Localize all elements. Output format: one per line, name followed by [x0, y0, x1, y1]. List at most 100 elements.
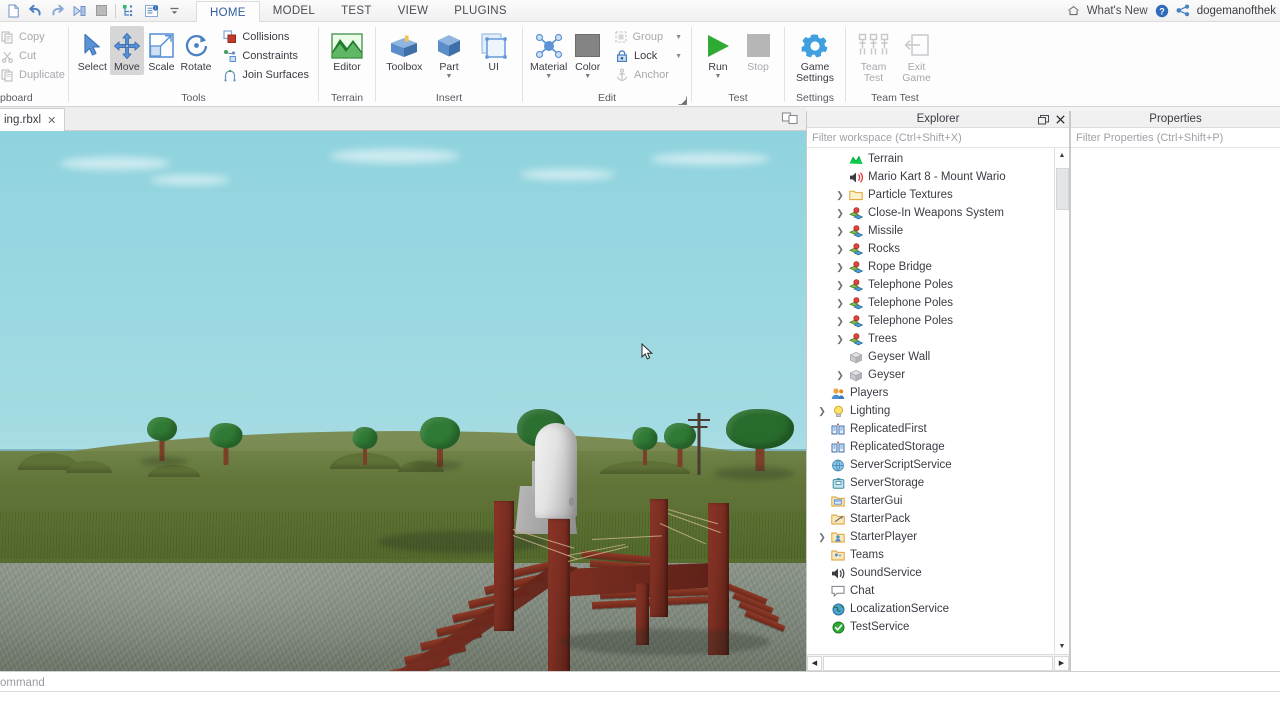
- explorer-horizontal-scrollbar[interactable]: ◀ ▶: [807, 654, 1069, 671]
- cut-button[interactable]: Cut: [0, 47, 68, 65]
- explorer-item[interactable]: Geyser Wall: [807, 348, 1054, 366]
- properties-filter-row[interactable]: [1071, 128, 1280, 148]
- copy-button[interactable]: Copy: [0, 28, 68, 46]
- edit-dialog-launcher-icon[interactable]: [678, 96, 687, 105]
- explorer-item[interactable]: ReplicatedFirst: [807, 420, 1054, 438]
- stop-button[interactable]: Stop: [738, 26, 778, 75]
- explorer-item[interactable]: ❯ Telephone Poles: [807, 276, 1054, 294]
- chevron-right-icon[interactable]: ❯: [833, 316, 847, 327]
- explorer-toggle-icon[interactable]: [120, 2, 140, 20]
- material-dropdown-caret[interactable]: ▼: [545, 73, 552, 80]
- terrain-editor-button[interactable]: Editor: [325, 26, 369, 75]
- explorer-item[interactable]: ❯ Lighting: [807, 402, 1054, 420]
- scroll-left-button[interactable]: ◀: [807, 655, 822, 671]
- layout-split-icon[interactable]: [780, 110, 806, 130]
- collisions-button[interactable]: Collisions: [219, 28, 312, 46]
- play-solo-icon[interactable]: [69, 2, 89, 20]
- explorer-item[interactable]: ServerScriptService: [807, 456, 1054, 474]
- chevron-right-icon[interactable]: ❯: [833, 370, 847, 381]
- lock-dropdown-caret[interactable]: ▼: [667, 53, 682, 60]
- document-tab[interactable]: ing.rbxl ✕: [0, 108, 66, 131]
- run-button[interactable]: Run ▼: [698, 26, 738, 82]
- share-icon[interactable]: [1176, 4, 1190, 17]
- exit-game-button[interactable]: Exit Game: [895, 26, 938, 86]
- explorer-item[interactable]: Players: [807, 384, 1054, 402]
- join-surfaces-button[interactable]: Join Surfaces: [219, 66, 312, 84]
- account-name[interactable]: dogemanofthek: [1197, 5, 1276, 17]
- explorer-item[interactable]: ❯ Telephone Poles: [807, 294, 1054, 312]
- select-tool-button[interactable]: Select: [75, 26, 110, 75]
- anchor-button[interactable]: Anchor: [611, 66, 685, 84]
- scroll-right-button[interactable]: ▶: [1054, 655, 1069, 671]
- color-dropdown-caret[interactable]: ▼: [584, 73, 591, 80]
- explorer-item[interactable]: Chat: [807, 582, 1054, 600]
- scroll-up-button[interactable]: ▲: [1054, 148, 1069, 163]
- explorer-filter-input[interactable]: [812, 131, 1064, 144]
- chevron-right-icon[interactable]: ❯: [815, 532, 829, 543]
- ribbon-tab-model[interactable]: MODEL: [260, 0, 328, 22]
- constraints-button[interactable]: Constraints: [219, 47, 312, 65]
- explorer-vertical-scrollbar[interactable]: ▲ ▼: [1054, 148, 1069, 654]
- explorer-item[interactable]: StarterPack: [807, 510, 1054, 528]
- game-settings-button[interactable]: Game Settings: [791, 26, 839, 86]
- help-icon[interactable]: ?: [1155, 4, 1169, 18]
- explorer-item[interactable]: TestService: [807, 618, 1054, 636]
- customize-toolbar-icon[interactable]: [164, 2, 184, 20]
- chevron-right-icon[interactable]: ❯: [833, 208, 847, 219]
- group-dropdown-caret[interactable]: ▼: [667, 34, 682, 41]
- close-icon[interactable]: [1056, 115, 1065, 124]
- explorer-item[interactable]: Teams: [807, 546, 1054, 564]
- chevron-right-icon[interactable]: ❯: [815, 406, 829, 417]
- rotate-tool-button[interactable]: Rotate: [179, 26, 214, 75]
- explorer-item[interactable]: ❯ Telephone Poles: [807, 312, 1054, 330]
- duplicate-button[interactable]: Duplicate: [0, 66, 68, 84]
- ribbon-tab-home[interactable]: HOME: [196, 0, 260, 23]
- redo-icon[interactable]: [47, 2, 67, 20]
- chevron-right-icon[interactable]: ❯: [833, 298, 847, 309]
- chevron-right-icon[interactable]: ❯: [833, 244, 847, 255]
- move-tool-button[interactable]: Move: [109, 26, 145, 75]
- explorer-item[interactable]: Mario Kart 8 - Mount Wario: [807, 168, 1054, 186]
- scroll-down-button[interactable]: ▼: [1054, 639, 1069, 654]
- color-button[interactable]: Color ▼: [568, 26, 607, 82]
- undo-icon[interactable]: [25, 2, 45, 20]
- viewport-3d[interactable]: [0, 131, 806, 671]
- explorer-item[interactable]: ❯ Particle Textures: [807, 186, 1054, 204]
- explorer-item[interactable]: SoundService: [807, 564, 1054, 582]
- scroll-track[interactable]: [1055, 163, 1070, 639]
- chevron-right-icon[interactable]: ❯: [833, 190, 847, 201]
- part-dropdown-caret[interactable]: ▼: [446, 73, 453, 80]
- toolbox-button[interactable]: Toolbox: [382, 26, 427, 75]
- scroll-thumb[interactable]: [1055, 168, 1069, 210]
- ribbon-tab-view[interactable]: VIEW: [385, 0, 442, 22]
- chevron-right-icon[interactable]: ❯: [833, 334, 847, 345]
- explorer-item[interactable]: ❯ Missile: [807, 222, 1054, 240]
- explorer-item[interactable]: LocalizationService: [807, 600, 1054, 618]
- explorer-item[interactable]: ❯ Close-In Weapons System: [807, 204, 1054, 222]
- chevron-right-icon[interactable]: ❯: [833, 226, 847, 237]
- explorer-item[interactable]: ❯ Trees: [807, 330, 1054, 348]
- properties-filter-input[interactable]: [1076, 131, 1275, 144]
- explorer-item[interactable]: ReplicatedStorage: [807, 438, 1054, 456]
- explorer-tree[interactable]: Terrain Mario Kart 8 - Mount Wario ❯ Partic…: [807, 148, 1069, 654]
- scale-tool-button[interactable]: Scale: [144, 26, 179, 75]
- stop-icon[interactable]: [91, 2, 111, 20]
- properties-toggle-icon[interactable]: i: [142, 2, 162, 20]
- explorer-filter-row[interactable]: [807, 128, 1069, 148]
- home-icon[interactable]: [1067, 5, 1080, 16]
- whats-new-link[interactable]: What's New: [1087, 5, 1148, 17]
- run-dropdown-caret[interactable]: ▼: [715, 73, 722, 80]
- command-input[interactable]: ommand: [0, 674, 1280, 692]
- explorer-item[interactable]: Terrain: [807, 150, 1054, 168]
- lock-button[interactable]: Lock ▼: [611, 47, 685, 65]
- part-button[interactable]: Part ▼: [427, 26, 472, 82]
- ribbon-tab-test[interactable]: TEST: [328, 0, 385, 22]
- chevron-right-icon[interactable]: ❯: [833, 262, 847, 273]
- ribbon-tab-plugins[interactable]: PLUGINS: [441, 0, 520, 22]
- ui-button[interactable]: UI: [471, 26, 516, 75]
- h-scroll-thumb[interactable]: [824, 656, 1018, 670]
- explorer-item[interactable]: ❯ StarterPlayer: [807, 528, 1054, 546]
- explorer-item[interactable]: ❯ Geyser: [807, 366, 1054, 384]
- group-button[interactable]: Group ▼: [611, 28, 685, 46]
- explorer-item[interactable]: ❯ Rope Bridge: [807, 258, 1054, 276]
